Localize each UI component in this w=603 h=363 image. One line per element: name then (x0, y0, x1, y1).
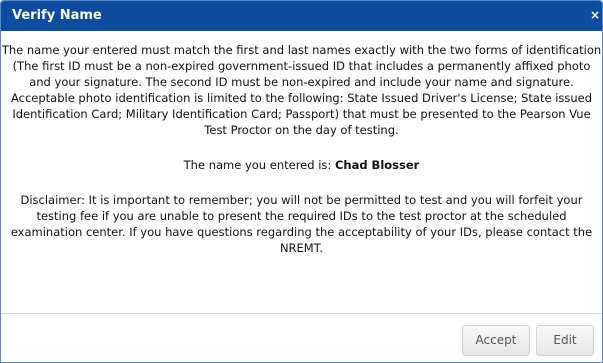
dialog-title: Verify Name (12, 8, 102, 23)
dialog-titlebar: Verify Name × (1, 1, 602, 31)
entered-name: Chad Blosser (334, 158, 420, 172)
edit-button[interactable]: Edit (536, 325, 594, 356)
dialog-content: The name your entered must match the fir… (1, 42, 602, 256)
disclaimer-text: Disclaimer: It is important to remember;… (10, 193, 593, 255)
entered-name-line: The name you entered is: Chad Blosser (1, 157, 602, 173)
dialog-button-pane: Accept Edit (1, 313, 602, 362)
intro-text: The name your entered must match the fir… (1, 43, 602, 137)
verify-name-dialog: Verify Name × The name your entered must… (0, 0, 603, 363)
entered-name-prefix: The name you entered is: (183, 158, 335, 172)
accept-button[interactable]: Accept (462, 325, 530, 356)
close-icon[interactable]: × (590, 7, 600, 23)
